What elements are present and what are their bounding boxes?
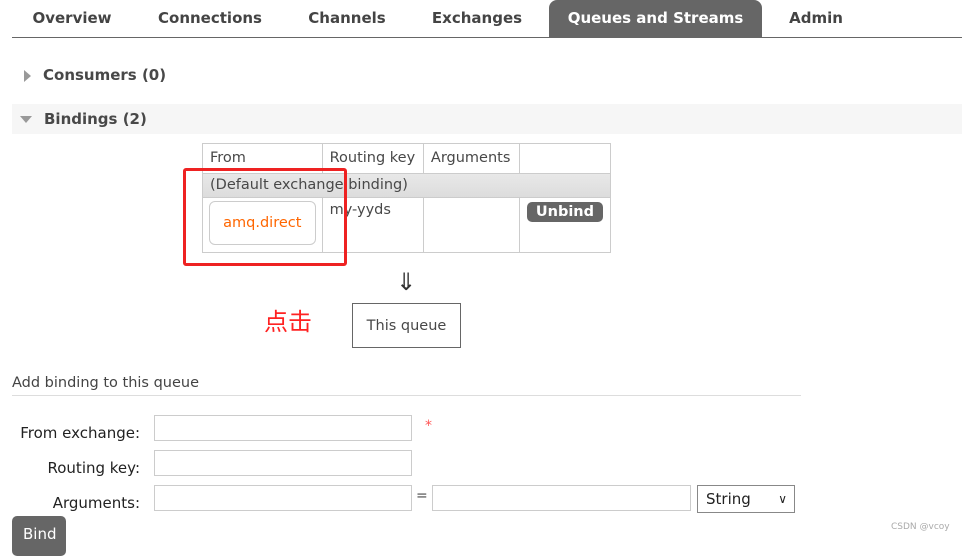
watermark: CSDN @vcoy xyxy=(891,522,950,532)
tab-exchanges[interactable]: Exchanges xyxy=(416,0,538,37)
chevron-down-icon: ∨ xyxy=(778,492,787,506)
arguments-cell xyxy=(422,197,520,253)
this-queue-box: This queue xyxy=(352,303,461,348)
annotation-highlight-box xyxy=(183,168,347,266)
chevron-right-icon xyxy=(24,69,31,82)
routing-key-label: Routing key: xyxy=(47,459,141,477)
bindings-section-toggle[interactable]: Bindings (2) xyxy=(12,104,962,134)
arguments-label: Arguments: xyxy=(52,494,140,512)
argument-key-input[interactable] xyxy=(154,485,412,511)
tab-queues-and-streams[interactable]: Queues and Streams xyxy=(549,0,762,37)
nav-tabs: Overview Connections Channels Exchanges … xyxy=(12,0,962,38)
argument-type-select[interactable]: String ∨ xyxy=(697,485,795,513)
chevron-down-icon xyxy=(20,116,32,123)
argument-type-value: String xyxy=(706,490,751,508)
annotation-label: 点击 xyxy=(264,308,312,336)
unbind-button[interactable]: Unbind xyxy=(526,202,603,222)
add-binding-title: Add binding to this queue xyxy=(12,375,801,396)
from-exchange-label: From exchange: xyxy=(20,424,140,442)
tab-channels[interactable]: Channels xyxy=(292,0,402,37)
col-arguments: Arguments xyxy=(422,143,520,174)
required-marker: * xyxy=(425,418,432,434)
tab-admin[interactable]: Admin xyxy=(774,0,858,37)
argument-value-input[interactable] xyxy=(432,485,691,511)
consumers-section-toggle[interactable]: Consumers (0) xyxy=(12,60,962,90)
consumers-heading: Consumers (0) xyxy=(43,66,167,84)
tab-overview[interactable]: Overview xyxy=(12,0,132,37)
equals-sign: = xyxy=(416,488,428,504)
bindings-heading: Bindings (2) xyxy=(44,110,147,128)
bind-button[interactable]: Bind xyxy=(12,516,66,556)
from-exchange-input[interactable] xyxy=(154,415,412,441)
tab-connections[interactable]: Connections xyxy=(144,0,276,37)
routing-key-input[interactable] xyxy=(154,450,412,476)
down-arrow-icon: ⇓ xyxy=(396,268,417,296)
col-actions xyxy=(518,143,612,174)
